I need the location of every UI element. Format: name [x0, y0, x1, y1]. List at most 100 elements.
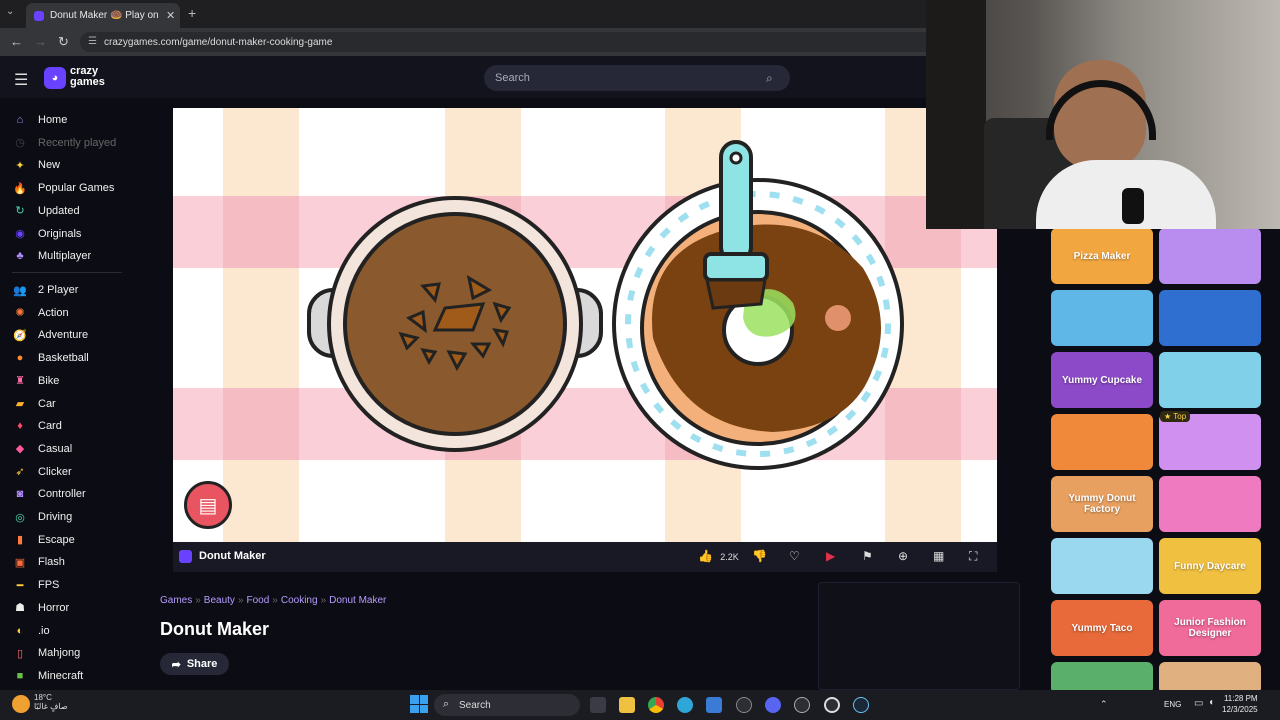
- game-thumbnail[interactable]: [1159, 290, 1261, 346]
- steam-icon[interactable]: [853, 697, 869, 713]
- close-tab-icon[interactable]: ✕: [166, 9, 175, 22]
- youtube-icon[interactable]: ▶: [826, 549, 835, 563]
- sidebar-item-popular-games[interactable]: 🔥 Popular Games: [12, 178, 114, 198]
- theater-mode-icon[interactable]: ▦: [933, 549, 944, 563]
- browser-tab[interactable]: Donut Maker 🍩 Play on CrazyGames ✕: [26, 3, 180, 28]
- site-logo-text[interactable]: crazy games: [70, 66, 105, 88]
- sidebar-item-minecraft[interactable]: ■ Minecraft: [12, 666, 84, 686]
- sidebar-item-2-player[interactable]: 👥 2 Player: [12, 280, 78, 300]
- sidebar-item-escape[interactable]: ▮ Escape: [12, 530, 75, 550]
- sidebar-item-car[interactable]: ▰ Car: [12, 394, 56, 414]
- task-view-icon[interactable]: [590, 697, 606, 713]
- language-indicator[interactable]: ENG: [1164, 700, 1181, 709]
- game-thumbnail[interactable]: Yummy Taco: [1051, 600, 1153, 656]
- reload-icon[interactable]: ↻: [58, 34, 69, 50]
- breadcrumb-link[interactable]: Donut Maker: [329, 595, 386, 606]
- fullscreen-icon[interactable]: ⛶: [969, 549, 977, 564]
- favorite-heart-icon[interactable]: ♡: [789, 549, 800, 563]
- sidebar-item-icon: ●: [16, 352, 24, 365]
- weather-icon[interactable]: [12, 695, 30, 713]
- game-canvas[interactable]: ▤: [173, 108, 997, 542]
- sidebar-item-home[interactable]: ⌂ Home: [12, 110, 68, 130]
- sidebar-item-driving[interactable]: ◎ Driving: [12, 507, 72, 527]
- discord-icon[interactable]: [765, 697, 781, 713]
- tray-chevron-icon[interactable]: ⌃: [1100, 699, 1108, 710]
- breadcrumb-link[interactable]: Games: [160, 595, 192, 606]
- sidebar-item-icon: 🔥: [13, 182, 27, 195]
- sidebar-item-adventure[interactable]: 🧭 Adventure: [12, 325, 88, 345]
- sidebar-item-bike[interactable]: ♜ Bike: [12, 371, 59, 391]
- file-explorer-icon[interactable]: [619, 697, 635, 713]
- sidebar-item-basketball[interactable]: ● Basketball: [12, 348, 89, 368]
- dislike-button[interactable]: 👎: [752, 549, 767, 563]
- game-thumbnail[interactable]: [1051, 414, 1153, 470]
- site-info-icon[interactable]: ☰: [88, 36, 97, 47]
- sidebar-item-horror[interactable]: ☗ Horror: [12, 598, 69, 618]
- sidebar-item-icon: ━: [16, 579, 24, 592]
- game-thumbnail[interactable]: Junior Fashion Designer: [1159, 600, 1261, 656]
- top-badge-label: Top: [1173, 412, 1187, 421]
- new-tab-button[interactable]: +: [188, 5, 196, 21]
- game-thumbnail[interactable]: [1159, 228, 1261, 284]
- sidebar-item-multiplayer[interactable]: ♣ Multiplayer: [12, 246, 91, 266]
- sidebar-item-new[interactable]: ✦ New: [12, 155, 60, 175]
- game-thumbnail[interactable]: [1051, 538, 1153, 594]
- breadcrumb-link[interactable]: Beauty: [204, 595, 235, 606]
- taskbar: [0, 690, 1280, 720]
- thumbs-up-icon: 👍: [698, 549, 713, 563]
- breadcrumb-link[interactable]: Food: [247, 595, 270, 606]
- game-thumbnail[interactable]: [1159, 352, 1261, 408]
- windows-start-icon[interactable]: [410, 695, 428, 713]
- embed-icon[interactable]: ⊕: [898, 549, 908, 563]
- sidebar-item-controller[interactable]: ◙ Controller: [12, 484, 86, 504]
- obs-icon[interactable]: [736, 697, 752, 713]
- weather-widget[interactable]: 18°C صافٍ غالبًا: [34, 693, 68, 711]
- sidebar-item-io[interactable]: ◐ .io: [12, 621, 50, 641]
- app-icon[interactable]: [794, 697, 810, 713]
- game-thumbnail[interactable]: Yummy Donut Factory: [1051, 476, 1153, 532]
- breadcrumb-separator: »: [237, 595, 244, 606]
- sidebar-item-flash[interactable]: ▣ Flash: [12, 552, 65, 572]
- forward-icon[interactable]: →: [34, 34, 47, 49]
- like-button[interactable]: 👍 2.2K: [698, 549, 739, 563]
- sidebar-item-clicker[interactable]: ➶ Clicker: [12, 462, 71, 482]
- game-thumbnail[interactable]: Yummy Cupcake: [1051, 352, 1153, 408]
- sidebar-item-label: Minecraft: [38, 669, 84, 682]
- chrome-icon[interactable]: [648, 697, 664, 713]
- sidebar-item-mahjong[interactable]: ▯ Mahjong: [12, 643, 80, 663]
- game-thumbnail[interactable]: [1159, 476, 1261, 532]
- settings-icon[interactable]: [824, 697, 840, 713]
- game-thumbnail[interactable]: Funny Daycare: [1159, 538, 1261, 594]
- sidebar-item-label: Driving: [38, 511, 73, 523]
- sidebar-item-fps[interactable]: ━ FPS: [12, 575, 60, 595]
- tab-search-icon[interactable]: ⌄: [6, 6, 14, 17]
- search-input[interactable]: Search: [484, 65, 790, 91]
- taskbar-search[interactable]: ⌕ Search: [434, 694, 580, 716]
- menu-icon[interactable]: ☰: [14, 70, 28, 90]
- crazygames-logo-icon[interactable]: ◕: [44, 67, 66, 89]
- sidebar-item-action[interactable]: ✺ Action: [12, 303, 68, 323]
- sidebar-item-card[interactable]: ♦ Card: [12, 416, 62, 436]
- report-icon[interactable]: ⚑: [862, 549, 873, 563]
- store-icon[interactable]: [706, 697, 722, 713]
- sidebar-item-updated[interactable]: ↻ Updated: [12, 201, 79, 221]
- back-icon[interactable]: ←: [10, 34, 23, 49]
- sidebar-item-recently-played[interactable]: ◷ Recently played: [12, 133, 116, 153]
- volume-icon[interactable]: ◖: [1208, 697, 1214, 708]
- search-icon[interactable]: ⌕: [766, 71, 773, 86]
- sidebar-item-icon: ▮: [16, 534, 24, 547]
- game-thumbnail[interactable]: [1051, 290, 1153, 346]
- edge-icon[interactable]: [677, 697, 693, 713]
- sidebar-item-label: Multiplayer: [38, 250, 92, 263]
- breadcrumb-link[interactable]: Cooking: [281, 595, 318, 606]
- recipe-book-icon[interactable]: ▤: [184, 481, 232, 529]
- network-icon[interactable]: ▭: [1194, 698, 1203, 709]
- sidebar-item-label: Basketball: [38, 352, 89, 365]
- sidebar-item-casual[interactable]: ◆ Casual: [12, 439, 72, 459]
- ad-placeholder: [818, 582, 1020, 690]
- game-thumbnail[interactable]: Pizza Maker: [1051, 228, 1153, 284]
- sidebar-item-originals[interactable]: ◉ Originals: [12, 224, 81, 244]
- share-button[interactable]: ➦ Share: [160, 653, 229, 675]
- game-thumbnail[interactable]: [1159, 414, 1261, 470]
- taskbar-clock[interactable]: 11:28 PM 12/3/2025: [1222, 693, 1258, 715]
